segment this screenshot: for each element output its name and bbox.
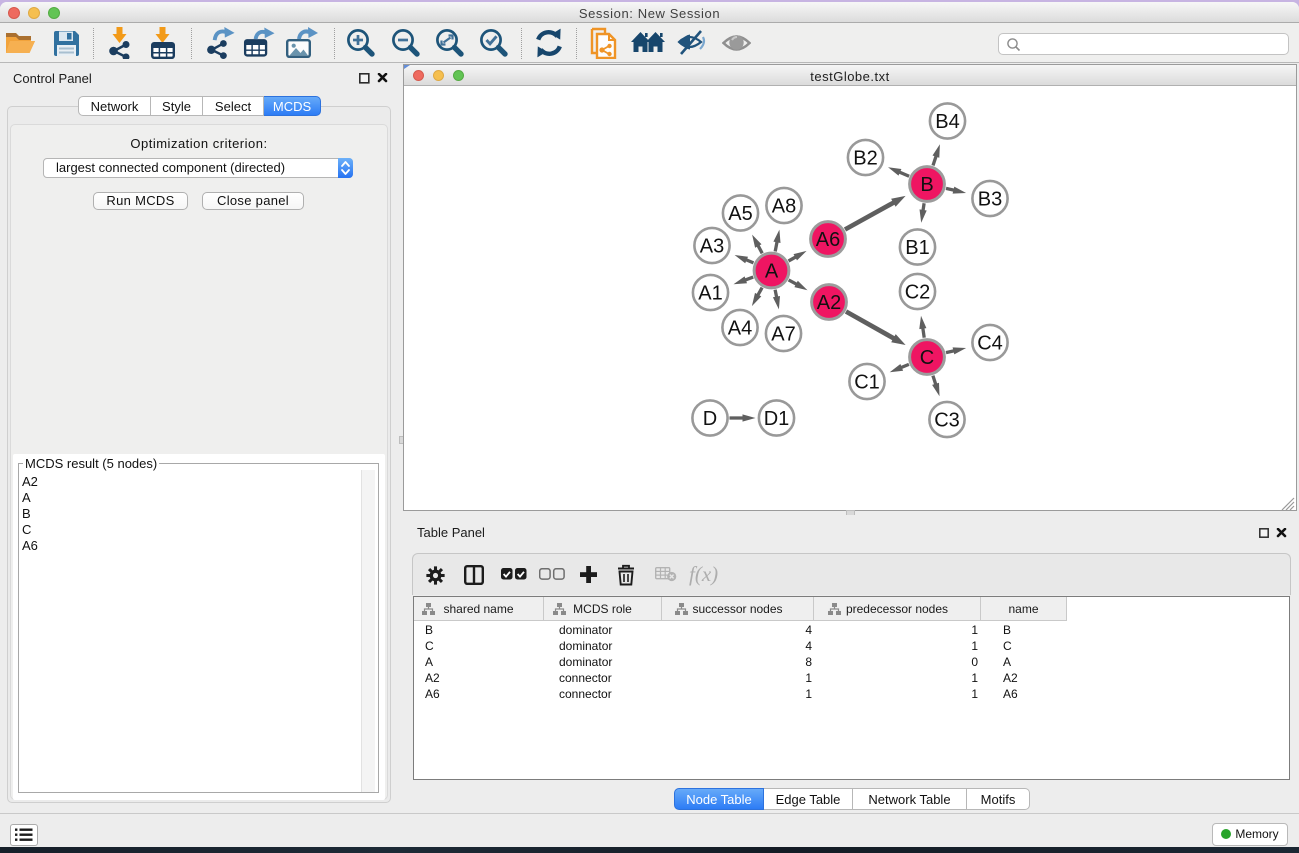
svg-text:A: A (765, 261, 779, 283)
svg-text:A4: A4 (728, 318, 752, 340)
svg-text:A6: A6 (816, 229, 840, 251)
svg-text:B4: B4 (935, 111, 959, 133)
svg-text:B3: B3 (978, 189, 1002, 211)
svg-text:C4: C4 (977, 333, 1003, 355)
svg-text:B2: B2 (853, 148, 877, 170)
svg-text:D1: D1 (764, 408, 790, 430)
svg-text:A1: A1 (698, 283, 722, 305)
svg-text:A7: A7 (771, 324, 795, 346)
svg-text:C1: C1 (854, 372, 880, 394)
svg-text:D: D (703, 408, 717, 430)
svg-text:C2: C2 (905, 282, 931, 304)
svg-text:B: B (920, 174, 933, 196)
svg-text:B1: B1 (905, 237, 929, 259)
svg-text:A8: A8 (772, 196, 796, 218)
svg-text:A2: A2 (817, 292, 841, 314)
svg-text:C3: C3 (934, 410, 960, 432)
svg-text:A5: A5 (728, 203, 752, 225)
svg-text:C: C (920, 347, 934, 369)
svg-text:A3: A3 (700, 236, 724, 258)
